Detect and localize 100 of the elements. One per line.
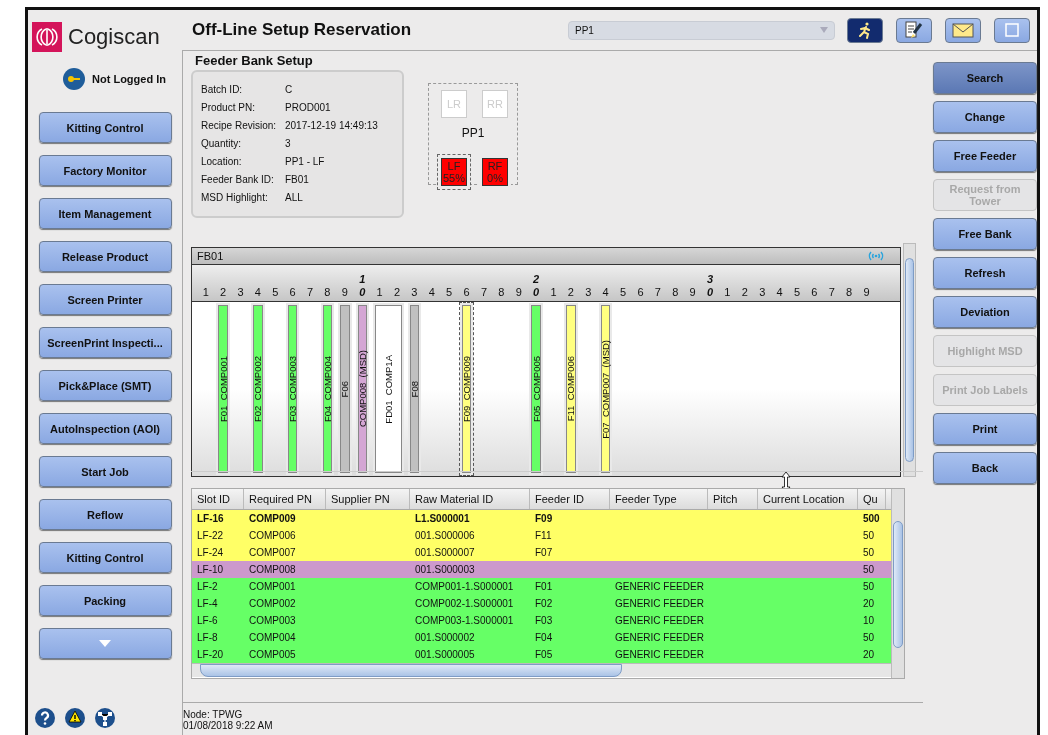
action-button[interactable]: Change (933, 101, 1037, 133)
table-cell: COMP009 (249, 513, 296, 524)
bank-tile[interactable]: LF 55% (437, 154, 471, 190)
feeder-slot[interactable]: F08 (406, 302, 423, 476)
machine-dropdown[interactable]: PP1 (568, 20, 835, 40)
scrollbar[interactable] (903, 243, 916, 477)
table-cell: COMP004 (249, 632, 296, 643)
help-icon[interactable] (34, 707, 56, 729)
info-value: FB01 (285, 174, 309, 187)
table-cell: COMP002-1.S000001 (415, 598, 514, 609)
feeder-slot[interactable]: F06 (337, 302, 353, 476)
column-header[interactable]: Required PN (244, 489, 326, 509)
envelope-icon (952, 22, 974, 38)
ruler-number: 8 (846, 286, 853, 299)
ruler-number: 6 (637, 286, 644, 299)
table-row[interactable]: LF-22 COMP006 001.S000006 F11 50 (192, 527, 891, 544)
feeder-slot[interactable]: F02 COMP002 (250, 302, 266, 476)
action-button[interactable]: Search (933, 62, 1037, 94)
nav-button[interactable]: Factory Monitor (38, 155, 172, 186)
feeder-slot[interactable]: F04 COMP004 (319, 302, 336, 476)
table-row[interactable]: LF-20 COMP005 001.S000005 F05 GENERIC FEEDER 20 (192, 646, 891, 663)
ruler-number: 1 (202, 286, 209, 299)
column-header[interactable]: Slot ID (192, 489, 244, 509)
table-cell: COMP002 (249, 598, 296, 609)
feeder-slot[interactable]: F07 COMP007 (MSD) (598, 302, 614, 476)
window-icon (1005, 23, 1019, 37)
info-label: Batch ID: (201, 84, 244, 97)
feeder-slot[interactable]: F09 COMP009 (458, 302, 475, 476)
feeder-slot[interactable]: F03 COMP003 (284, 302, 301, 476)
ruler-number: 5 (446, 286, 453, 299)
section-title: Feeder Bank Setup (195, 53, 314, 68)
mail-button[interactable] (945, 17, 981, 43)
table-row[interactable]: LF-24 COMP007 001.S000007 F07 50 (192, 544, 891, 561)
feeder-slot[interactable]: F01 COMP001 (215, 302, 231, 476)
table-cell: F09 (535, 513, 553, 524)
nav-button[interactable]: Release Product (38, 241, 172, 272)
ruler-number: 6 (463, 286, 470, 299)
window-button[interactable] (994, 17, 1030, 43)
table-cell: F01 (535, 581, 553, 592)
nav-button[interactable]: ScreenPrint Inspecti... (38, 327, 172, 358)
nav-button[interactable]: Reflow (38, 499, 172, 530)
ruler-tens: 3 (706, 273, 714, 286)
ruler-number: 4 (428, 286, 435, 299)
date-time: 01/08/2018 9:22 AM (183, 720, 274, 731)
column-header[interactable]: Feeder ID (530, 489, 610, 509)
feeder-slot[interactable]: FD01 COMP1A (371, 302, 405, 476)
table-cell: L1.S000001 (415, 513, 470, 524)
action-button[interactable]: Back (933, 452, 1037, 484)
info-label: Quantity: (201, 138, 243, 151)
table-row[interactable]: LF-2 COMP001 COMP001-1.S000001 F01 GENERIC FEEDER 50 (192, 578, 891, 595)
table-cell: COMP007 (249, 547, 296, 558)
table-row[interactable]: LF-10 COMP008 001.S000003 50 (192, 561, 891, 578)
table-cell: 50 (863, 581, 875, 592)
info-value: ALL (285, 192, 303, 205)
action-button[interactable]: Print (933, 413, 1037, 445)
nav-button[interactable]: Screen Printer (38, 284, 172, 315)
horizontal-scrollbar[interactable] (192, 663, 891, 677)
bank-title: FB01 (197, 250, 224, 262)
nav-button[interactable]: Pick&Place (SMT) (38, 370, 172, 401)
network-icon[interactable] (94, 707, 116, 729)
ruler-number: 1 (724, 286, 731, 299)
action-button[interactable]: Deviation (933, 296, 1037, 328)
info-value: 2017-12-19 14:49:13 (285, 120, 378, 133)
table-row[interactable]: LF-16 COMP009 L1.S000001 F09 500 (192, 510, 891, 527)
action-button[interactable]: Free Feeder (933, 140, 1037, 172)
ruler-number: 2 (393, 286, 401, 299)
info-label: Location: (201, 156, 243, 169)
column-header[interactable]: Qu (858, 489, 886, 509)
ruler-number: 8 (324, 286, 331, 299)
feeder-slot[interactable]: F11 COMP006 (563, 302, 579, 476)
action-button[interactable]: Refresh (933, 257, 1037, 289)
ruler-number: 5 (272, 286, 279, 299)
ruler-number: 5 (620, 286, 627, 299)
column-header[interactable]: Feeder Type (610, 489, 708, 509)
warning-icon[interactable] (64, 707, 86, 729)
column-header[interactable]: Supplier PN (326, 489, 410, 509)
key-icon (62, 67, 87, 91)
feeder-slot[interactable]: F05 COMP005 (528, 302, 544, 476)
scrollbar[interactable] (891, 489, 904, 678)
ruler-number: 7 (828, 286, 835, 299)
nav-button[interactable]: Kitting Control (38, 112, 172, 143)
column-header[interactable]: Current Location (758, 489, 858, 509)
column-header[interactable]: Pitch (708, 489, 758, 509)
column-header[interactable]: Raw Material ID (410, 489, 530, 509)
nav-button[interactable]: Packing (38, 585, 172, 616)
nav-button[interactable]: Start Job (38, 456, 172, 487)
nav-button[interactable]: Item Management (38, 198, 172, 229)
table-cell: LF-22 (197, 530, 224, 541)
table-row[interactable]: LF-6 COMP003 COMP003-1.S000001 F03 GENERIC FEEDER 10 (192, 612, 891, 629)
action-button[interactable]: Free Bank (933, 218, 1037, 250)
table-cell: GENERIC FEEDER (615, 649, 704, 660)
table-row[interactable]: LF-4 COMP002 COMP002-1.S000001 F02 GENERIC FEEDER 20 (192, 595, 891, 612)
run-button[interactable] (847, 17, 883, 43)
table-row[interactable]: LF-8 COMP004 001.S000002 F04 GENERIC FEEDER 50 (192, 629, 891, 646)
feeder-slot[interactable]: COMP008 (MSD) (354, 302, 370, 476)
running-figure-icon (857, 21, 873, 39)
nav-button[interactable]: AutoInspection (AOI) (38, 413, 172, 444)
nav-button[interactable]: Kitting Control (38, 542, 172, 573)
notes-button[interactable] (896, 17, 932, 43)
table-cell: F05 (535, 649, 553, 660)
